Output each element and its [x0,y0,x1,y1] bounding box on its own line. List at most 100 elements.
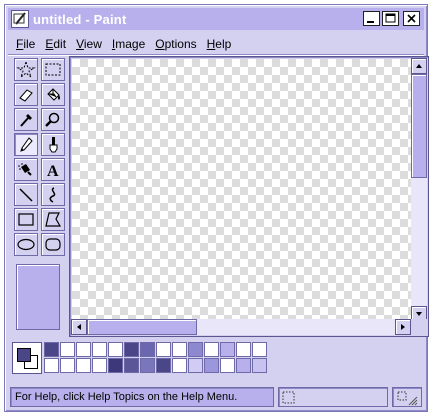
palette-swatch[interactable] [140,342,155,357]
vertical-scroll-thumb[interactable] [411,74,427,178]
rect-select-tool[interactable] [41,58,65,81]
palette-swatch[interactable] [252,358,267,373]
status-coordinates [278,387,388,407]
foreground-color [17,348,31,362]
menu-help[interactable]: Help [202,35,237,53]
rounded-rectangle-tool[interactable] [41,233,65,256]
eyedropper-icon [20,114,32,127]
palette-swatch[interactable] [252,342,267,357]
palette-swatch[interactable] [220,358,235,373]
menu-view-mnemonic: V [76,37,84,51]
title-buttons [363,11,420,26]
palette-swatch[interactable] [172,358,187,373]
canvas-frame [69,56,429,337]
paint-window: untitled - Paint File Edit View Image Op… [4,4,429,412]
palette-swatch[interactable] [156,342,171,357]
menu-file[interactable]: File [11,35,40,53]
palette-swatch[interactable] [236,358,251,373]
palette-swatch[interactable] [44,342,59,357]
palette-swatch[interactable] [108,358,123,373]
pencil-tool[interactable] [14,133,38,156]
menu-view[interactable]: View [71,35,107,53]
menu-options-label: ptions [164,37,197,51]
palette-swatch[interactable] [92,342,107,357]
palette-swatch[interactable] [60,358,75,373]
palette-swatch[interactable] [140,358,155,373]
text-icon: A [47,163,59,180]
ellipse-tool[interactable] [14,233,38,256]
palette-swatch[interactable] [156,358,171,373]
curve-tool[interactable] [41,183,65,206]
scroll-up-button[interactable] [411,58,427,74]
minimize-button[interactable] [363,11,380,26]
palette-swatch[interactable] [92,358,107,373]
menu-help-mnemonic: H [206,37,216,51]
palette-swatch[interactable] [76,342,91,357]
window-title: untitled - Paint [33,11,127,27]
fill-tool[interactable] [41,83,65,106]
arrow-right-icon [401,324,405,330]
menu-options[interactable]: Options [150,35,201,53]
size-grip-icon [397,391,418,406]
title-bar[interactable]: untitled - Paint [8,8,424,30]
palette-swatch[interactable] [204,358,219,373]
palette-swatch[interactable] [76,358,91,373]
toolbox: A [12,58,68,330]
arrow-left-icon [77,324,81,330]
line-icon [19,188,33,202]
palette-swatch[interactable] [172,342,187,357]
palette-swatch[interactable] [124,358,139,373]
status-bar: For Help, click Help Topics on the Help … [8,385,424,409]
menu-view-label: iew [83,37,102,51]
palette-swatch[interactable] [44,358,59,373]
line-tool[interactable] [14,183,38,206]
scroll-right-button[interactable] [395,319,411,335]
scroll-corner [411,319,427,335]
polygon-tool[interactable] [41,208,65,231]
palette-swatch[interactable] [124,342,139,357]
scroll-left-button[interactable] [71,319,87,335]
palette-swatch[interactable] [204,342,219,357]
menu-edit-label: dit [53,37,67,51]
brush-icon [49,137,58,153]
magnifier-tool[interactable] [41,108,65,131]
text-tool[interactable]: A [41,158,65,181]
palette-swatch[interactable] [108,342,123,357]
close-button[interactable] [403,11,420,26]
tool-grid: A [12,58,68,256]
horizontal-scroll-thumb[interactable] [87,319,197,335]
text-tool-glyph: A [47,163,59,180]
fill-bucket-icon [47,88,60,101]
palette-swatch[interactable] [236,342,251,357]
rectangle-tool[interactable] [14,208,38,231]
menu-file-label: ile [23,37,36,51]
airbrush-tool[interactable] [14,158,38,181]
menu-image[interactable]: Image [107,35,150,53]
color-box [12,342,272,376]
menu-edit[interactable]: Edit [40,35,71,53]
palette-swatch[interactable] [188,358,203,373]
palette-swatch[interactable] [60,342,75,357]
palette-swatch[interactable] [220,342,235,357]
current-colors[interactable] [12,342,42,374]
menu-bar: File Edit View Image Options Help [11,35,236,53]
color-palette [44,342,267,373]
maximize-button[interactable] [382,11,399,26]
airbrush-icon [18,163,32,176]
paint-app-icon[interactable] [11,10,29,28]
menu-help-label: elp [215,37,232,51]
tool-options-box[interactable] [16,264,60,330]
horizontal-scrollbar[interactable] [71,319,411,335]
palette-swatch[interactable] [188,342,203,357]
drawing-canvas[interactable] [72,59,412,321]
brush-tool[interactable] [41,133,65,156]
pencil-icon [20,137,33,152]
menu-options-mnemonic: O [155,37,165,51]
free-form-select-tool[interactable] [14,58,38,81]
vertical-scrollbar[interactable] [411,58,427,322]
curve-icon [49,187,56,203]
status-size-grip[interactable] [392,387,422,407]
eraser-tool[interactable] [14,83,38,106]
eraser-icon [19,89,33,102]
pick-color-tool[interactable] [14,108,38,131]
